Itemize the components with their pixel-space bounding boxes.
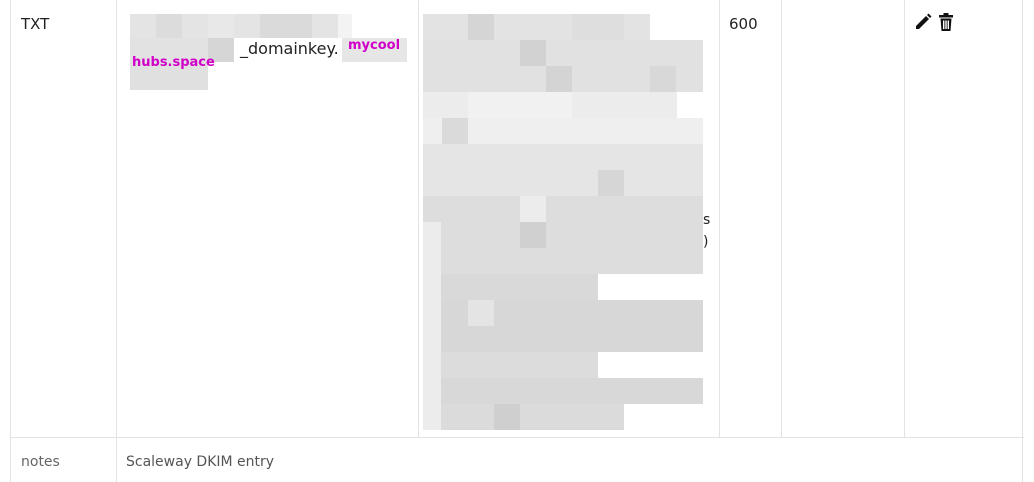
highlight-label-bottom: hubs.space xyxy=(132,55,215,70)
value-fragment: ) xyxy=(703,234,709,250)
record-ttl: 600 xyxy=(729,15,758,33)
column-divider xyxy=(781,0,782,437)
pencil-icon[interactable] xyxy=(913,12,933,32)
column-divider xyxy=(719,0,720,437)
record-type: TXT xyxy=(21,15,50,33)
row-divider xyxy=(11,437,1024,438)
value-fragment: s xyxy=(703,212,711,228)
notes-label: notes xyxy=(21,454,60,470)
trash-icon[interactable] xyxy=(936,12,956,32)
column-divider xyxy=(418,0,419,437)
record-name-suffix: _domainkey. xyxy=(240,39,339,58)
column-divider xyxy=(116,0,117,437)
column-divider xyxy=(904,0,905,437)
highlight-label-top: mycool xyxy=(348,38,401,53)
notes-value: Scaleway DKIM entry xyxy=(126,454,275,470)
column-divider xyxy=(116,437,117,482)
